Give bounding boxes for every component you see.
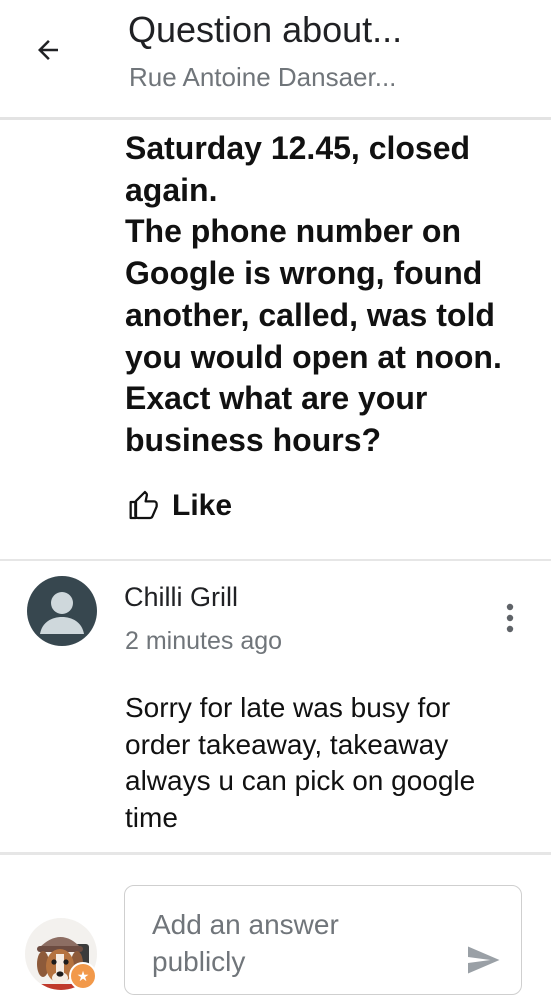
send-button[interactable] (461, 940, 505, 980)
arrow-back-icon (38, 40, 58, 60)
answer-input[interactable]: Add an answer publicly (124, 885, 522, 995)
question-text: Saturday 12.45, closed again. The phone … (125, 130, 502, 458)
send-icon (468, 946, 500, 974)
thumbs-up-icon (129, 490, 158, 520)
page-title: Question about... (128, 9, 403, 50)
local-guide-star-icon: ★ (69, 962, 97, 990)
more-options-button[interactable] (495, 598, 525, 638)
place-address: Rue Antoine Dansaer... (129, 62, 397, 92)
current-user-avatar[interactable]: ★ (25, 918, 97, 990)
more-vertical-icon (506, 603, 514, 633)
like-label: Like (172, 489, 233, 522)
answer-input-placeholder: Add an answer publicly (152, 909, 339, 977)
answer-timestamp: 2 minutes ago (125, 627, 283, 655)
answer-author-avatar[interactable] (27, 576, 97, 646)
divider (0, 559, 551, 561)
answer-text: Sorry for late was busy for order takeaw… (125, 692, 476, 833)
divider (0, 852, 551, 855)
app-header: Question about... Rue Antoine Dansaer... (0, 0, 551, 120)
back-button[interactable] (28, 30, 68, 70)
like-button[interactable]: Like (128, 484, 232, 528)
answer-author-name[interactable]: Chilli Grill (124, 580, 238, 614)
default-person-icon (40, 592, 84, 634)
